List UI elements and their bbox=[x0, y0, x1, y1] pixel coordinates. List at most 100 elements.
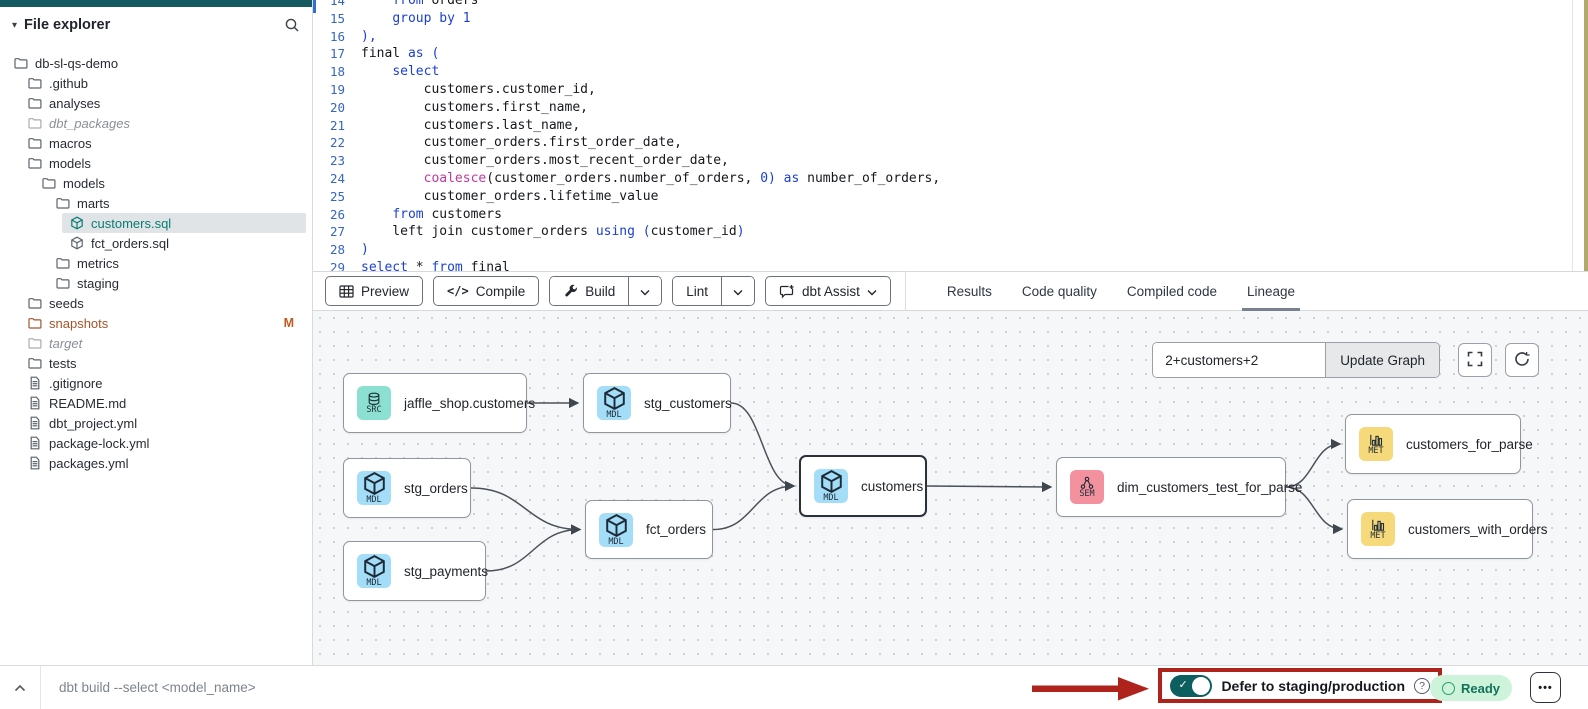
more-options-button[interactable]: ••• bbox=[1530, 672, 1561, 703]
lint-label: Lint bbox=[686, 284, 708, 299]
tab-results[interactable]: Results bbox=[932, 271, 1007, 311]
chevron-down-icon[interactable]: ▾ bbox=[12, 20, 17, 31]
tree-item-label: analyses bbox=[49, 96, 100, 111]
line-number: 19 bbox=[313, 81, 361, 99]
tree-item-label: models bbox=[49, 156, 91, 171]
annotation-arrow bbox=[1032, 676, 1150, 701]
tree-item-label: .github bbox=[49, 76, 88, 91]
lineage-node-src-jaffle[interactable]: SRCjaffle_shop.customers bbox=[343, 373, 527, 433]
tree-item-marts[interactable]: marts bbox=[0, 193, 312, 213]
toggle-knob bbox=[1192, 677, 1210, 695]
search-icon[interactable] bbox=[284, 17, 300, 33]
code-text: customers.customer_id, bbox=[361, 81, 596, 99]
top-row: ▾ File explorer db-sl-qs-demo .github anal… bbox=[0, 0, 1588, 665]
line-number: 25 bbox=[313, 188, 361, 206]
git-modified-badge: M bbox=[284, 316, 294, 330]
toolbar-divider bbox=[905, 271, 906, 311]
code-text: ), bbox=[361, 28, 377, 46]
lineage-canvas[interactable]: SRCjaffle_shop.customers MDLstg_customers… bbox=[313, 311, 1588, 665]
dbt-cloud-ide: ▾ File explorer db-sl-qs-demo .github anal… bbox=[0, 0, 1588, 709]
folder-icon bbox=[42, 176, 56, 190]
folder-icon bbox=[28, 76, 42, 90]
code-text: group by 1 bbox=[361, 10, 471, 28]
tree-item-macros[interactable]: macros bbox=[0, 133, 312, 153]
tree-item-models[interactable]: models bbox=[0, 173, 312, 193]
tree-item-dbt-project-yml[interactable]: dbt_project.yml bbox=[0, 413, 312, 433]
model-cube-icon bbox=[70, 216, 84, 230]
fullscreen-button[interactable] bbox=[1458, 343, 1492, 377]
code-line-24: 24 coalesce(customer_orders.number_of_or… bbox=[313, 170, 1588, 188]
metric-badge: MET bbox=[1359, 427, 1393, 461]
tree-item-fct-orders-sql[interactable]: fct_orders.sql bbox=[0, 233, 312, 253]
lineage-node-stg-payments[interactable]: MDLstg_payments bbox=[343, 541, 486, 601]
lint-button[interactable]: Lint bbox=[673, 277, 721, 305]
refresh-button[interactable] bbox=[1505, 343, 1539, 377]
defer-toggle[interactable]: ✓ bbox=[1170, 675, 1212, 697]
compile-button[interactable]: </> Compile bbox=[433, 276, 539, 306]
line-number: 24 bbox=[313, 170, 361, 188]
code-text: final as ( bbox=[361, 45, 439, 63]
source-badge: SRC bbox=[357, 386, 391, 420]
tree-item-metrics[interactable]: metrics bbox=[0, 253, 312, 273]
tree-item-snapshots[interactable]: snapshotsM bbox=[0, 313, 312, 333]
tree-item-label: metrics bbox=[77, 256, 119, 271]
code-editor[interactable]: 14 from orders15 group by 116),17final a… bbox=[313, 0, 1588, 271]
code-line-25: 25 customer_orders.lifetime_value bbox=[313, 188, 1588, 206]
tree-item-target[interactable]: target bbox=[0, 333, 312, 353]
tree-item-analyses[interactable]: analyses bbox=[0, 93, 312, 113]
tree-item-customers-sql[interactable]: customers.sql bbox=[0, 213, 312, 233]
line-number: 22 bbox=[313, 134, 361, 152]
lineage-node-customers[interactable]: MDLcustomers bbox=[799, 455, 927, 517]
preview-button[interactable]: Preview bbox=[325, 276, 423, 306]
lineage-node-stg-orders[interactable]: MDLstg_orders bbox=[343, 458, 471, 518]
lineage-node-fct-orders[interactable]: MDLfct_orders bbox=[585, 500, 713, 559]
editor-scrollbar-track[interactable] bbox=[1572, 0, 1573, 271]
tab-lineage[interactable]: Lineage bbox=[1232, 271, 1310, 311]
tree-item-label: models bbox=[63, 176, 105, 191]
tab-compiled-code[interactable]: Compiled code bbox=[1112, 271, 1232, 311]
tree-item--github[interactable]: .github bbox=[0, 73, 312, 93]
results-tabs: ResultsCode qualityCompiled codeLineage bbox=[932, 271, 1310, 311]
code-text: customer_orders.first_order_date, bbox=[361, 134, 682, 152]
lineage-node-met-for-parse[interactable]: METcustomers_for_parse bbox=[1345, 414, 1521, 474]
teal-accent-strip bbox=[0, 0, 312, 7]
tree-item-staging[interactable]: staging bbox=[0, 273, 312, 293]
file-icon bbox=[28, 416, 42, 430]
collapse-panel-button[interactable] bbox=[0, 666, 40, 709]
tree-item-db-sl-qs-demo[interactable]: db-sl-qs-demo bbox=[0, 53, 312, 73]
lineage-node-met-with-orders[interactable]: METcustomers_with_orders bbox=[1347, 499, 1533, 559]
build-dropdown-button[interactable] bbox=[628, 277, 661, 305]
model-badge: MDL bbox=[597, 386, 631, 420]
tree-item-label: dbt_project.yml bbox=[49, 416, 137, 431]
fullscreen-icon bbox=[1467, 351, 1483, 370]
preview-label: Preview bbox=[361, 284, 409, 299]
tree-item--gitignore[interactable]: .gitignore bbox=[0, 373, 312, 393]
tree-item-label: tests bbox=[49, 356, 76, 371]
code-text: left join customer_orders using (custome… bbox=[361, 223, 745, 241]
tree-item-dbt-packages[interactable]: dbt_packages bbox=[0, 113, 312, 133]
tab-code-quality[interactable]: Code quality bbox=[1007, 271, 1112, 311]
tree-item-seeds[interactable]: seeds bbox=[0, 293, 312, 313]
tree-item-models[interactable]: models bbox=[0, 153, 312, 173]
dbt-assist-button[interactable]: dbt Assist bbox=[765, 276, 891, 306]
lint-dropdown-button[interactable] bbox=[721, 277, 754, 305]
status-bar: ✓ Defer to staging/production ? Ready ••… bbox=[0, 665, 1588, 709]
lineage-node-stg-customers[interactable]: MDLstg_customers bbox=[583, 373, 731, 433]
tree-item-packages-yml[interactable]: packages.yml bbox=[0, 453, 312, 473]
graph-selector-input[interactable] bbox=[1153, 343, 1325, 377]
assist-label: dbt Assist bbox=[802, 284, 860, 299]
update-graph-button[interactable]: Update Graph bbox=[1325, 343, 1439, 377]
tree-item-label: README.md bbox=[49, 396, 126, 411]
tree-item-tests[interactable]: tests bbox=[0, 353, 312, 373]
metric-badge: MET bbox=[1361, 512, 1395, 546]
dbt-command-input[interactable] bbox=[41, 680, 741, 695]
tree-item-readme-md[interactable]: README.md bbox=[0, 393, 312, 413]
tree-item-label: customers.sql bbox=[91, 216, 171, 231]
code-line-29: 29select * from final bbox=[313, 259, 1588, 271]
tree-item-package-lock-yml[interactable]: package-lock.yml bbox=[0, 433, 312, 453]
build-button[interactable]: Build bbox=[550, 277, 628, 305]
help-icon[interactable]: ? bbox=[1414, 678, 1430, 694]
lineage-node-dim-customers[interactable]: SEMdim_customers_test_for_parse bbox=[1056, 457, 1286, 517]
file-explorer-panel: ▾ File explorer db-sl-qs-demo .github anal… bbox=[0, 0, 313, 665]
file-explorer-header: ▾ File explorer bbox=[0, 7, 312, 43]
